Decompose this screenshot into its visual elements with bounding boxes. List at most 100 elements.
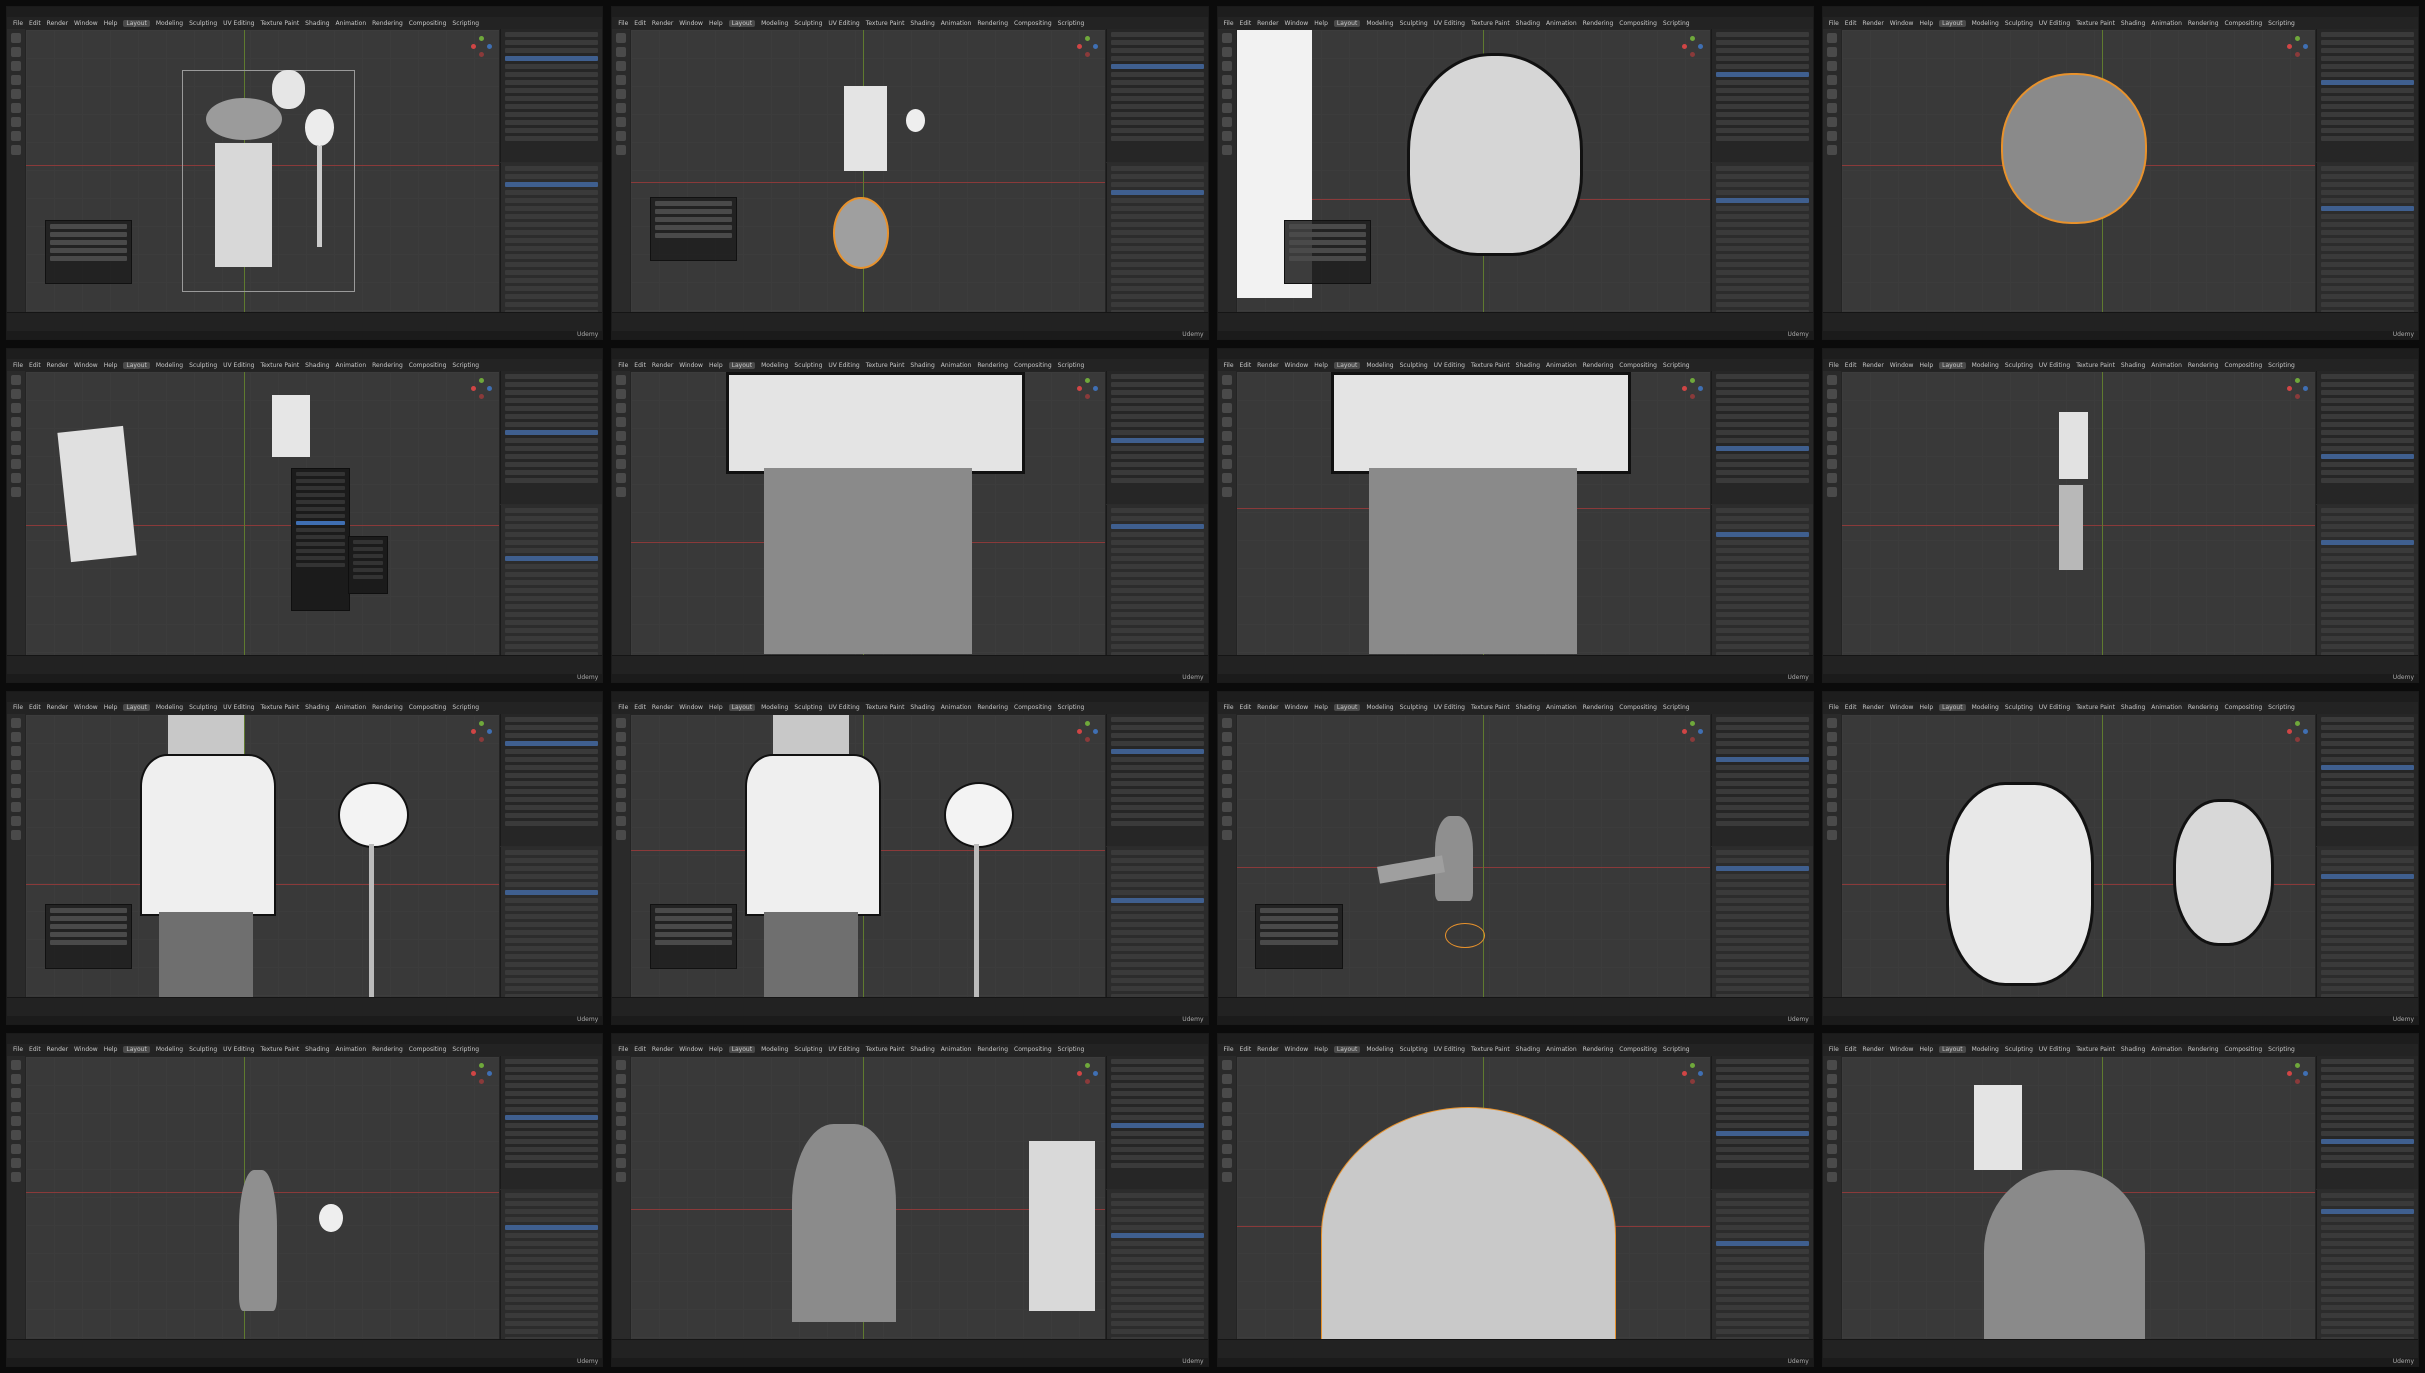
navigation-gizmo[interactable]	[1076, 378, 1099, 400]
outliner-row[interactable]	[1110, 812, 1204, 818]
outliner-row[interactable]	[505, 1138, 599, 1144]
property-row[interactable]	[1715, 930, 1809, 936]
gizmo-axis-icon[interactable]	[487, 386, 493, 392]
property-row[interactable]	[1715, 620, 1809, 626]
menu-item[interactable]: Compositing	[409, 1046, 447, 1053]
menu-item[interactable]: Rendering	[372, 1046, 403, 1053]
menu-item[interactable]: Layout	[1333, 1046, 1361, 1054]
outliner-row[interactable]	[505, 104, 599, 109]
tool-icon[interactable]	[11, 375, 21, 386]
property-row[interactable]	[2321, 954, 2414, 960]
properties-panel[interactable]	[500, 505, 603, 682]
property-row[interactable]	[1110, 1208, 1204, 1214]
menu-entry[interactable]	[296, 563, 345, 568]
property-row[interactable]	[2321, 930, 2414, 936]
property-row[interactable]	[2321, 293, 2414, 299]
menu-item[interactable]: Sculpting	[1400, 362, 1428, 369]
operator-panel[interactable]	[1255, 904, 1343, 969]
properties-panel[interactable]	[2316, 847, 2418, 1024]
menu-item[interactable]: Shading	[2121, 1046, 2145, 1053]
outliner-row[interactable]	[1110, 772, 1204, 778]
menu-item[interactable]: File	[13, 704, 23, 711]
menu-item[interactable]: Animation	[2151, 1046, 2182, 1053]
property-row[interactable]	[505, 269, 599, 275]
outliner-row[interactable]	[1715, 80, 1809, 85]
gizmo-axis-icon[interactable]	[1092, 1070, 1098, 1076]
menu-item[interactable]: Animation	[1546, 1046, 1577, 1053]
gizmo-axis-icon[interactable]	[1681, 1070, 1687, 1076]
outliner-panel[interactable]	[1710, 371, 1813, 505]
tool-icon[interactable]	[1221, 103, 1232, 113]
gizmo-axis-icon[interactable]	[1689, 720, 1695, 726]
outliner-row[interactable]	[1110, 1074, 1204, 1080]
outliner-row[interactable]	[2321, 398, 2414, 404]
tool-icon[interactable]	[1221, 1157, 1232, 1168]
menu-item[interactable]: File	[1829, 704, 1839, 711]
property-row[interactable]	[2321, 986, 2414, 992]
property-row[interactable]	[1110, 165, 1204, 171]
menu-item[interactable]: Layout	[728, 361, 756, 369]
outliner-row[interactable]	[2321, 716, 2414, 722]
operator-panel[interactable]	[650, 904, 738, 969]
timeline[interactable]	[7, 654, 603, 674]
operator-row[interactable]	[1288, 239, 1366, 245]
property-row[interactable]	[505, 1232, 599, 1238]
menu-item[interactable]: Animation	[1546, 20, 1577, 27]
outliner-panel[interactable]	[2316, 371, 2418, 505]
outliner-row[interactable]	[1715, 804, 1809, 810]
menu-item[interactable]: Sculpting	[794, 1046, 822, 1053]
outliner-row[interactable]	[1110, 406, 1204, 412]
property-row[interactable]	[1715, 978, 1809, 984]
navigation-gizmo[interactable]	[2287, 720, 2309, 743]
menu-item[interactable]: Edit	[634, 1046, 646, 1053]
outliner-row[interactable]	[1715, 56, 1809, 61]
navigation-gizmo[interactable]	[471, 378, 493, 400]
menu-item[interactable]: Sculpting	[2005, 20, 2033, 27]
outliner-panel[interactable]	[1710, 713, 1813, 847]
property-row[interactable]	[2321, 1280, 2414, 1286]
menu-item[interactable]: Help	[1919, 1046, 1933, 1053]
menu-item[interactable]: File	[618, 704, 628, 711]
menu-item[interactable]: Help	[1314, 704, 1328, 711]
property-row[interactable]	[505, 1224, 599, 1230]
property-row[interactable]	[1715, 197, 1809, 203]
timeline[interactable]	[1822, 1339, 2418, 1358]
outliner-row[interactable]	[2321, 820, 2414, 826]
menu-item[interactable]: UV Editing	[828, 362, 859, 369]
tool-icon[interactable]	[1221, 145, 1232, 155]
property-row[interactable]	[2321, 1216, 2414, 1222]
property-row[interactable]	[2321, 1248, 2414, 1254]
outliner-row[interactable]	[1715, 740, 1809, 746]
outliner-row[interactable]	[1715, 398, 1809, 404]
outliner-row[interactable]	[505, 1122, 599, 1128]
property-row[interactable]	[1110, 293, 1204, 299]
property-row[interactable]	[1715, 882, 1809, 888]
outliner-row[interactable]	[2321, 104, 2414, 109]
outliner-row[interactable]	[1110, 454, 1204, 460]
properties-panel[interactable]	[1710, 162, 1813, 339]
tool-icon[interactable]	[1826, 717, 1837, 728]
tool-icon[interactable]	[11, 773, 21, 784]
property-row[interactable]	[2321, 596, 2414, 602]
property-row[interactable]	[2321, 532, 2414, 538]
property-row[interactable]	[1110, 1216, 1204, 1222]
menu-entry[interactable]	[296, 535, 345, 540]
tool-icon[interactable]	[616, 1059, 627, 1070]
operator-row[interactable]	[49, 247, 128, 253]
timeline[interactable]	[612, 996, 1208, 1016]
tool-icon[interactable]	[11, 745, 21, 756]
menu-item[interactable]: Sculpting	[1400, 704, 1428, 711]
outliner-row[interactable]	[1110, 732, 1204, 738]
menu-item[interactable]: Texture Paint	[2076, 704, 2115, 711]
property-row[interactable]	[505, 1264, 599, 1270]
property-row[interactable]	[2321, 524, 2414, 530]
menu-item[interactable]: Window	[1890, 704, 1914, 711]
viewport-3d[interactable]	[1235, 1055, 1711, 1362]
outliner-row[interactable]	[2321, 374, 2414, 380]
properties-panel[interactable]	[1105, 847, 1208, 1024]
operator-row[interactable]	[1260, 924, 1338, 930]
menu-item[interactable]: Window	[74, 1046, 98, 1053]
outliner-row[interactable]	[1715, 478, 1809, 484]
timeline[interactable]	[1217, 312, 1813, 332]
outliner-row[interactable]	[1715, 796, 1809, 802]
